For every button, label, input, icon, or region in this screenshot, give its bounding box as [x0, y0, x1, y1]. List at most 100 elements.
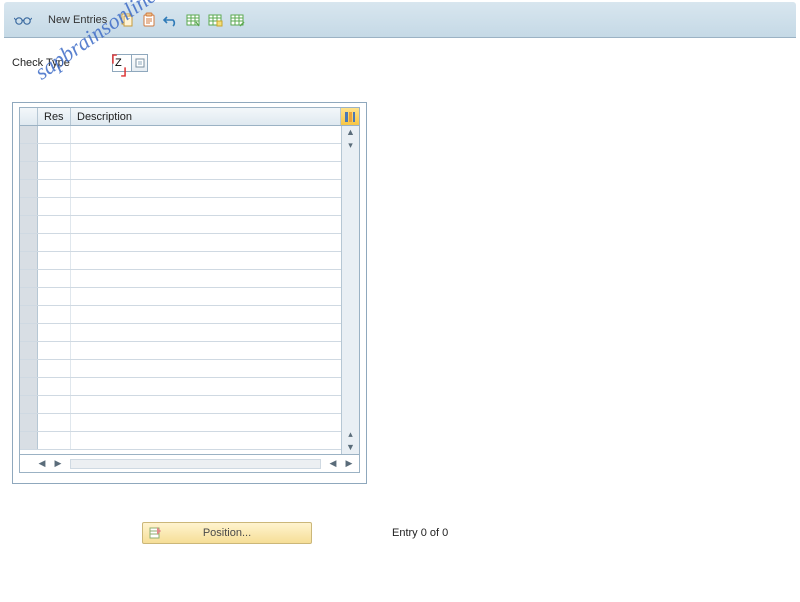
- cell-res[interactable]: [38, 126, 71, 143]
- cell-description[interactable]: [71, 180, 341, 197]
- row-selector[interactable]: [20, 234, 38, 251]
- cell-res[interactable]: [38, 360, 71, 377]
- vertical-scrollbar[interactable]: ▲ ▾ ▴ ▼: [341, 126, 359, 454]
- cell-res[interactable]: [38, 270, 71, 287]
- scroll-left-step-button[interactable]: ▶: [52, 457, 64, 471]
- row-selector[interactable]: [20, 216, 38, 233]
- cell-res[interactable]: [38, 288, 71, 305]
- scroll-down-button[interactable]: ▼: [343, 441, 358, 454]
- table-row[interactable]: [20, 252, 341, 270]
- select-all-header[interactable]: [20, 108, 38, 125]
- row-selector[interactable]: [20, 252, 38, 269]
- cell-description[interactable]: [71, 414, 341, 431]
- copy-icon[interactable]: [119, 12, 135, 28]
- table-row[interactable]: [20, 126, 341, 144]
- cell-res[interactable]: [38, 162, 71, 179]
- cell-description[interactable]: [71, 342, 341, 359]
- row-selector[interactable]: [20, 288, 38, 305]
- cell-description[interactable]: [71, 306, 341, 323]
- table-row[interactable]: [20, 288, 341, 306]
- row-selector[interactable]: [20, 432, 38, 449]
- scroll-left-button[interactable]: ◀: [36, 457, 48, 471]
- row-selector[interactable]: [20, 144, 38, 161]
- table-row[interactable]: [20, 216, 341, 234]
- cell-res[interactable]: [38, 432, 71, 449]
- row-selector[interactable]: [20, 378, 38, 395]
- table-row[interactable]: [20, 396, 341, 414]
- cell-description[interactable]: [71, 162, 341, 179]
- cell-description[interactable]: [71, 198, 341, 215]
- row-selector[interactable]: [20, 180, 38, 197]
- cell-description[interactable]: [71, 234, 341, 251]
- f4-help-button[interactable]: [132, 54, 148, 72]
- row-selector[interactable]: [20, 162, 38, 179]
- cell-res[interactable]: [38, 324, 71, 341]
- row-selector[interactable]: [20, 270, 38, 287]
- check-type-input[interactable]: [112, 54, 132, 72]
- new-entries-label: New Entries: [48, 14, 107, 26]
- table-row[interactable]: [20, 432, 341, 450]
- cell-res[interactable]: [38, 414, 71, 431]
- position-button[interactable]: Position...: [142, 522, 312, 544]
- scroll-up-button[interactable]: ▲: [343, 126, 358, 139]
- table-row[interactable]: [20, 414, 341, 432]
- cell-res[interactable]: [38, 234, 71, 251]
- cell-description[interactable]: [71, 360, 341, 377]
- row-selector[interactable]: [20, 342, 38, 359]
- table-row[interactable]: [20, 360, 341, 378]
- scroll-up-step-button[interactable]: ▾: [343, 139, 358, 152]
- row-selector[interactable]: [20, 324, 38, 341]
- cell-description[interactable]: [71, 396, 341, 413]
- row-selector[interactable]: [20, 360, 38, 377]
- cell-description[interactable]: [71, 378, 341, 395]
- clipboard-icon[interactable]: [141, 12, 157, 28]
- cell-description[interactable]: [71, 432, 341, 449]
- table-row[interactable]: [20, 342, 341, 360]
- cell-description[interactable]: [71, 126, 341, 143]
- table-row[interactable]: [20, 306, 341, 324]
- row-selector[interactable]: [20, 396, 38, 413]
- glasses-icon[interactable]: [14, 13, 32, 27]
- horizontal-scroll-track[interactable]: [70, 459, 321, 469]
- cell-res[interactable]: [38, 198, 71, 215]
- scroll-right-button[interactable]: ▶: [343, 457, 355, 471]
- table-icon-3[interactable]: [229, 12, 245, 28]
- column-config-button[interactable]: [341, 108, 359, 125]
- table-row[interactable]: [20, 180, 341, 198]
- cell-res[interactable]: [38, 252, 71, 269]
- cell-description[interactable]: [71, 270, 341, 287]
- table-row[interactable]: [20, 162, 341, 180]
- table-icon-1[interactable]: [185, 12, 201, 28]
- cell-res[interactable]: [38, 378, 71, 395]
- table-row[interactable]: [20, 378, 341, 396]
- scroll-down-step-button[interactable]: ▴: [343, 428, 358, 441]
- row-selector[interactable]: [20, 126, 38, 143]
- cell-res[interactable]: [38, 342, 71, 359]
- row-selector[interactable]: [20, 414, 38, 431]
- table-row[interactable]: [20, 144, 341, 162]
- table-row[interactable]: [20, 234, 341, 252]
- cell-description[interactable]: [71, 324, 341, 341]
- scroll-right-step-button[interactable]: ◀: [327, 457, 339, 471]
- row-selector[interactable]: [20, 198, 38, 215]
- cell-res[interactable]: [38, 180, 71, 197]
- table-row[interactable]: [20, 324, 341, 342]
- cell-res[interactable]: [38, 396, 71, 413]
- table-icon-2[interactable]: [207, 12, 223, 28]
- new-entries-button[interactable]: New Entries: [42, 12, 113, 28]
- content-area: Check Type Res Description ▲ ▾: [0, 38, 800, 560]
- undo-icon[interactable]: [163, 12, 179, 28]
- table-row[interactable]: [20, 270, 341, 288]
- cell-description[interactable]: [71, 252, 341, 269]
- column-header-res[interactable]: Res: [38, 108, 71, 125]
- cell-res[interactable]: [38, 216, 71, 233]
- row-selector[interactable]: [20, 306, 38, 323]
- column-header-description[interactable]: Description: [71, 108, 341, 125]
- cell-description[interactable]: [71, 216, 341, 233]
- cell-description[interactable]: [71, 144, 341, 161]
- table-row[interactable]: [20, 198, 341, 216]
- cell-description[interactable]: [71, 288, 341, 305]
- horizontal-scrollbar[interactable]: ◀ ▶ ◀ ▶: [20, 454, 359, 472]
- cell-res[interactable]: [38, 306, 71, 323]
- cell-res[interactable]: [38, 144, 71, 161]
